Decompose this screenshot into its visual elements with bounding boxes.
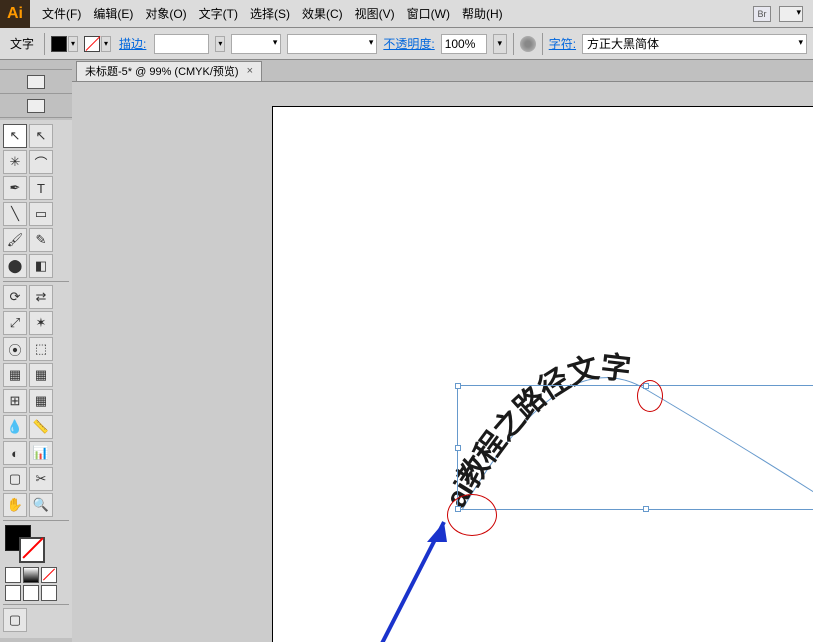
warp-tool[interactable]: ⦿ bbox=[3, 337, 27, 361]
recolor-icon[interactable] bbox=[520, 36, 536, 52]
canvas-area[interactable]: ai教程之路径文字 bbox=[72, 82, 813, 642]
path-text-artwork[interactable]: ai教程之路径文字 bbox=[372, 272, 813, 642]
panel-icon-1[interactable] bbox=[0, 70, 72, 94]
reflect-tool[interactable]: ⇄ bbox=[29, 285, 53, 309]
stroke-style-dropdown[interactable] bbox=[231, 34, 281, 54]
blob-brush-tool[interactable]: ⬤ bbox=[3, 254, 27, 278]
menu-type[interactable]: 文字(T) bbox=[193, 1, 244, 26]
eraser-tool[interactable]: ◧ bbox=[29, 254, 53, 278]
line-tool[interactable]: ╲ bbox=[3, 202, 27, 226]
measure-tool[interactable]: 📏 bbox=[29, 415, 53, 439]
blend-tool[interactable]: ◐ bbox=[3, 441, 27, 465]
panel-icon-2[interactable] bbox=[0, 94, 72, 118]
annotation-arrow-icon bbox=[332, 472, 532, 642]
drag-strip[interactable] bbox=[0, 60, 72, 70]
perspective-tool[interactable]: ▦ bbox=[29, 363, 53, 387]
width-tool[interactable]: ✶ bbox=[29, 311, 53, 335]
opacity-value[interactable]: 100% bbox=[441, 34, 487, 54]
left-panel-column: ↖↖ ✳⌒ ✒T ╲▭ 🖌✎ ⬤◧ ⟳⇄ ⤢✶ ⦿⬚ ▦▦ ⊞▦ 💧📏 ◐📊 ▢… bbox=[0, 60, 72, 642]
annotation-circle-1 bbox=[637, 380, 663, 412]
draw-mode-3-icon[interactable] bbox=[41, 585, 57, 601]
type-tool[interactable]: T bbox=[29, 176, 53, 200]
menu-edit[interactable]: 编辑(E) bbox=[87, 1, 139, 26]
stroke-dropdown[interactable]: ▾ bbox=[101, 36, 111, 52]
selection-tool[interactable]: ↖ bbox=[3, 124, 27, 148]
gradient-tool[interactable]: ▦ bbox=[29, 389, 53, 413]
font-dropdown[interactable]: 方正大黑简体 bbox=[582, 34, 807, 54]
stroke-box-icon[interactable] bbox=[19, 537, 45, 563]
none-mode-icon[interactable] bbox=[41, 567, 57, 583]
fill-dropdown[interactable]: ▾ bbox=[68, 36, 78, 52]
layout-dropdown[interactable] bbox=[779, 6, 803, 22]
character-label[interactable]: 字符: bbox=[549, 35, 576, 52]
artboard-tool[interactable]: ▢ bbox=[3, 467, 27, 491]
fill-swatch[interactable] bbox=[51, 36, 67, 52]
menu-file[interactable]: 文件(F) bbox=[36, 1, 87, 26]
document-tabs: 未标题-5* @ 99% (CMYK/预览) × bbox=[72, 60, 813, 82]
menu-effect[interactable]: 效果(C) bbox=[296, 1, 349, 26]
document-tab[interactable]: 未标题-5* @ 99% (CMYK/预览) × bbox=[76, 61, 262, 81]
stroke-label[interactable]: 描边: bbox=[117, 35, 148, 52]
brush-tool[interactable]: 🖌 bbox=[3, 228, 27, 252]
rotate-tool[interactable]: ⟳ bbox=[3, 285, 27, 309]
menu-view[interactable]: 视图(V) bbox=[349, 1, 401, 26]
gradient-mode-icon[interactable] bbox=[23, 567, 39, 583]
draw-mode-2-icon[interactable] bbox=[23, 585, 39, 601]
menu-object[interactable]: 对象(O) bbox=[139, 1, 192, 26]
zoom-tool[interactable]: 🔍 bbox=[29, 493, 53, 517]
shape-builder-tool[interactable]: ▦ bbox=[3, 363, 27, 387]
graph-tool[interactable]: 📊 bbox=[29, 441, 53, 465]
ai-logo: Ai bbox=[0, 0, 30, 28]
slice-tool[interactable]: ✂ bbox=[29, 467, 53, 491]
menu-select[interactable]: 选择(S) bbox=[244, 1, 296, 26]
rectangle-tool[interactable]: ▭ bbox=[29, 202, 53, 226]
magic-wand-tool[interactable]: ✳ bbox=[3, 150, 27, 174]
fill-stroke-selector[interactable] bbox=[5, 525, 67, 563]
options-bar: 文字 ▾ ▾ 描边: ▾ 不透明度: 100% ▾ 字符: 方正大黑简体 bbox=[0, 28, 813, 60]
direct-selection-tool[interactable]: ↖ bbox=[29, 124, 53, 148]
scale-tool[interactable]: ⤢ bbox=[3, 311, 27, 335]
document-tab-title: 未标题-5* @ 99% (CMYK/预览) bbox=[85, 63, 239, 79]
stroke-width-input[interactable] bbox=[154, 34, 209, 54]
stroke-swatch[interactable] bbox=[84, 36, 100, 52]
opacity-dropdown[interactable]: ▾ bbox=[493, 34, 507, 54]
draw-mode-1-icon[interactable] bbox=[5, 585, 21, 601]
free-transform-tool[interactable]: ⬚ bbox=[29, 337, 53, 361]
menu-help[interactable]: 帮助(H) bbox=[456, 1, 509, 26]
menu-bar: 文件(F) 编辑(E) 对象(O) 文字(T) 选择(S) 效果(C) 视图(V… bbox=[30, 1, 753, 26]
opacity-label[interactable]: 不透明度: bbox=[383, 35, 434, 52]
close-tab-icon[interactable]: × bbox=[247, 65, 253, 77]
lasso-tool[interactable]: ⌒ bbox=[29, 150, 53, 174]
screen-mode-tool[interactable]: ▢ bbox=[3, 608, 27, 632]
variable-width-dropdown[interactable] bbox=[287, 34, 377, 54]
pen-tool[interactable]: ✒ bbox=[3, 176, 27, 200]
color-mode-icon[interactable] bbox=[5, 567, 21, 583]
bridge-icon[interactable]: Br bbox=[753, 6, 771, 22]
tool-label: 文字 bbox=[6, 35, 38, 52]
pencil-tool[interactable]: ✎ bbox=[29, 228, 53, 252]
toolbar: ↖↖ ✳⌒ ✒T ╲▭ 🖌✎ ⬤◧ ⟳⇄ ⤢✶ ⦿⬚ ▦▦ ⊞▦ 💧📏 ◐📊 ▢… bbox=[0, 120, 72, 638]
menu-window[interactable]: 窗口(W) bbox=[401, 1, 456, 26]
stroke-width-dropdown[interactable]: ▾ bbox=[215, 36, 225, 52]
hand-tool[interactable]: ✋ bbox=[3, 493, 27, 517]
eyedropper-tool[interactable]: 💧 bbox=[3, 415, 27, 439]
mesh-tool[interactable]: ⊞ bbox=[3, 389, 27, 413]
